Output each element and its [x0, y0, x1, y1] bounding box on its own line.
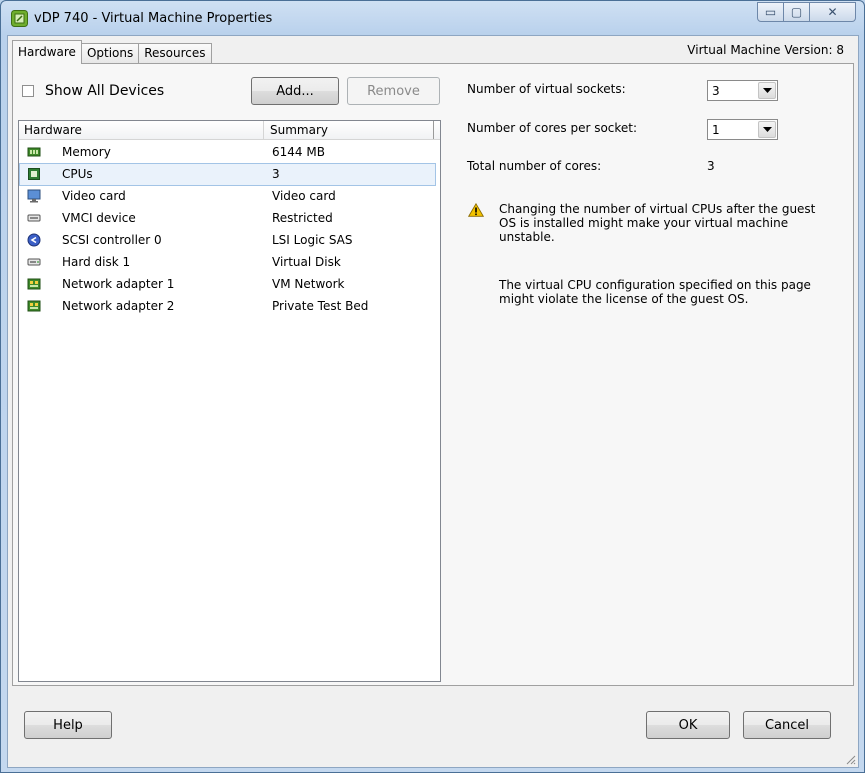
window-controls: ▭ ▢ ✕	[757, 2, 856, 22]
total-cores-label: Total number of cores:	[467, 159, 602, 173]
total-cores-value: 3	[707, 159, 715, 173]
memory-icon	[27, 147, 41, 157]
hardware-name: Network adapter 2	[62, 299, 175, 313]
hardware-row-scsi-controller[interactable]: SCSI controller 0 LSI Logic SAS	[19, 229, 440, 251]
hardware-name: CPUs	[62, 167, 93, 181]
sockets-dropdown-arrow[interactable]	[758, 82, 776, 99]
hardware-summary: LSI Logic SAS	[272, 233, 353, 247]
cpu-icon	[28, 168, 40, 180]
hardware-name: VMCI device	[62, 211, 136, 225]
cores-per-socket-label: Number of cores per socket:	[467, 121, 638, 135]
hardware-summary: 6144 MB	[272, 145, 325, 159]
hardware-row-hard-disk[interactable]: Hard disk 1 Virtual Disk	[19, 251, 440, 273]
remove-button[interactable]: Remove	[347, 77, 440, 105]
vm-app-icon	[11, 10, 28, 27]
hardware-row-network-adapter-1[interactable]: Network adapter 1 VM Network	[19, 273, 440, 295]
cancel-button[interactable]: Cancel	[743, 711, 831, 739]
chevron-down-icon	[762, 126, 772, 132]
hardware-list[interactable]: Hardware Summary Memory 6144 MB CPUs 3 V…	[18, 120, 441, 682]
hardware-row-video-card[interactable]: Video card Video card	[19, 185, 440, 207]
dialog-client: Hardware Options Resources Virtual Machi…	[7, 35, 859, 768]
show-all-devices-checkbox[interactable]	[22, 85, 34, 97]
minimize-button[interactable]: ▭	[757, 2, 784, 22]
ok-button[interactable]: OK	[646, 711, 730, 739]
hardware-summary: 3	[272, 167, 280, 181]
show-all-devices-label: Show All Devices	[45, 83, 165, 99]
license-line: The virtual CPU configuration specified …	[499, 278, 811, 292]
hardware-row-network-adapter-2[interactable]: Network adapter 2 Private Test Bed	[19, 295, 440, 317]
hardware-name: Video card	[62, 189, 126, 203]
minimize-icon: ▭	[764, 5, 777, 19]
window-title: vDP 740 - Virtual Machine Properties	[34, 11, 273, 26]
scsi-icon	[27, 233, 41, 247]
hardware-name: Network adapter 1	[62, 277, 175, 291]
warning-line: OS is installed might make your virtual …	[499, 216, 789, 230]
maximize-button[interactable]: ▢	[784, 2, 810, 22]
tab-resources[interactable]: Resources	[138, 43, 212, 64]
hardware-tab-panel: Show All Devices Add... Remove Hardware …	[12, 63, 854, 686]
tab-options[interactable]: Options	[80, 43, 140, 64]
hardware-name: SCSI controller 0	[62, 233, 162, 247]
device-icon	[27, 214, 41, 222]
license-notice: The virtual CPU configuration specified …	[499, 278, 811, 306]
sockets-select[interactable]: 3	[707, 80, 778, 101]
add-button[interactable]: Add...	[251, 77, 339, 105]
sockets-label: Number of virtual sockets:	[467, 82, 626, 96]
hardware-row-vmci-device[interactable]: VMCI device Restricted	[19, 207, 440, 229]
hardware-summary: Private Test Bed	[272, 299, 369, 313]
close-icon: ✕	[827, 5, 838, 19]
network-icon	[27, 278, 41, 290]
cpu-warning-message: Changing the number of virtual CPUs afte…	[499, 202, 815, 244]
title-bar[interactable]: vDP 740 - Virtual Machine Properties ▭ ▢…	[1, 1, 864, 35]
hardware-row-cpus[interactable]: CPUs 3	[19, 163, 440, 186]
hardware-summary: Video card	[272, 189, 336, 203]
close-button[interactable]: ✕	[810, 2, 856, 22]
hardware-name: Hard disk 1	[62, 255, 131, 269]
chevron-down-icon	[762, 87, 772, 93]
warning-icon	[468, 203, 484, 217]
vm-version-label: Virtual Machine Version: 8	[687, 43, 844, 57]
show-all-devices-option[interactable]: Show All Devices	[22, 83, 164, 99]
help-button[interactable]: Help	[24, 711, 112, 739]
cores-per-socket-select[interactable]: 1	[707, 119, 778, 140]
maximize-icon: ▢	[790, 5, 803, 19]
warning-line: unstable.	[499, 230, 555, 244]
cores-dropdown-arrow[interactable]	[758, 121, 776, 138]
cores-per-socket-value: 1	[712, 122, 720, 137]
hardware-list-header: Hardware Summary	[19, 121, 440, 140]
disk-icon	[27, 258, 41, 266]
resize-grip-icon[interactable]	[844, 753, 856, 765]
column-header-hardware[interactable]: Hardware	[19, 121, 264, 139]
license-line: might violate the license of the guest O…	[499, 292, 749, 306]
tab-strip: Hardware Options Resources	[12, 40, 212, 64]
hardware-summary: Virtual Disk	[272, 255, 341, 269]
dialog-button-bar: Help OK Cancel	[8, 687, 858, 767]
tab-hardware[interactable]: Hardware	[12, 40, 82, 64]
hardware-summary: VM Network	[272, 277, 345, 291]
dialog-window: vDP 740 - Virtual Machine Properties ▭ ▢…	[0, 0, 865, 773]
warning-line: Changing the number of virtual CPUs afte…	[499, 202, 816, 216]
hardware-name: Memory	[62, 145, 111, 159]
monitor-icon	[27, 189, 41, 203]
hardware-summary: Restricted	[272, 211, 333, 225]
hardware-row-memory[interactable]: Memory 6144 MB	[19, 141, 440, 163]
sockets-value: 3	[712, 83, 720, 98]
column-header-summary[interactable]: Summary	[264, 121, 434, 139]
network-icon	[27, 300, 41, 312]
